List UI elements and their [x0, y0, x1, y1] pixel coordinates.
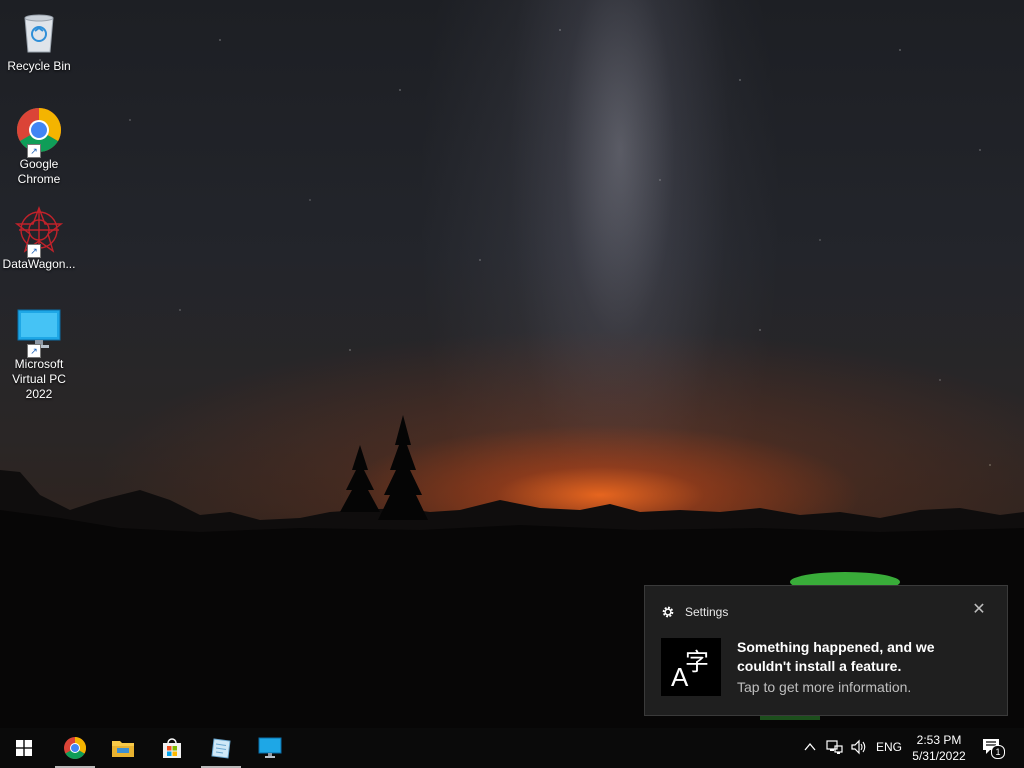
clock[interactable]: 2:53 PM 5/31/2022 — [908, 732, 970, 764]
close-icon[interactable]: ✕ — [971, 602, 987, 618]
notification-count-badge: 1 — [991, 745, 1005, 759]
toast-notification[interactable]: Settings ✕ A 字 Something happened, and w… — [644, 585, 1008, 716]
windows-logo-icon — [16, 740, 32, 756]
taskbar-file-explorer[interactable] — [99, 728, 147, 768]
clock-date: 5/31/2022 — [912, 749, 966, 763]
store-bag-icon — [163, 738, 181, 758]
folder-icon — [112, 741, 134, 757]
recycle-bin-icon — [15, 8, 63, 56]
notepad-icon — [211, 738, 231, 759]
shortcut-arrow-icon: ↗ — [27, 244, 41, 258]
toast-header: Settings — [661, 604, 728, 620]
network-icon[interactable] — [826, 739, 844, 755]
svg-text:字: 字 — [685, 648, 709, 676]
language-indicator[interactable]: ENG — [876, 740, 902, 754]
start-button[interactable] — [0, 728, 48, 768]
desktop-icon-label: DataWagon... — [2, 257, 76, 271]
taskbar-store[interactable] — [148, 728, 196, 768]
taskbar-app-5[interactable] — [246, 728, 294, 768]
shortcut-arrow-icon: ↗ — [27, 144, 41, 158]
desktop-icon-label: Google Chrome — [17, 157, 61, 186]
desktop-icon-label: Microsoft Virtual PC 2022 — [12, 357, 66, 401]
show-hidden-icons-chevron-icon[interactable] — [803, 740, 817, 754]
desktop-icon-label: Recycle Bin — [7, 59, 71, 73]
desktop-icon-microsoft-virtual-pc[interactable]: ↗ Microsoft Virtual PC 2022 — [2, 306, 76, 402]
desktop-icon-google-chrome[interactable]: ↗ Google Chrome — [2, 106, 76, 187]
chrome-icon — [64, 737, 86, 759]
monitor-icon: ↗ — [15, 306, 63, 358]
chrome-icon: ↗ — [15, 106, 63, 158]
taskbar-app-4[interactable] — [197, 728, 245, 768]
monitor-icon — [258, 737, 282, 758]
clock-time: 2:53 PM — [916, 733, 962, 747]
taskbar: ENG 2:53 PM 5/31/2022 1 — [0, 728, 1024, 768]
volume-icon[interactable] — [850, 739, 868, 755]
toast-body: Tap to get more information. — [737, 679, 912, 695]
action-center-button[interactable]: 1 — [982, 738, 1006, 759]
language-feature-icon: A 字 — [661, 638, 721, 696]
desktop-icon-recycle-bin[interactable]: Recycle Bin — [2, 8, 76, 74]
toast-title: Something happened, and we couldn't inst… — [737, 639, 935, 674]
desktop-icon-datawagon[interactable]: ↗ DataWagon... — [2, 206, 76, 272]
toast-app-name: Settings — [685, 605, 729, 619]
shortcut-arrow-icon: ↗ — [27, 344, 41, 358]
gear-icon — [662, 606, 674, 618]
datawagon-icon: ↗ — [14, 206, 64, 258]
taskbar-chrome[interactable] — [51, 728, 99, 768]
